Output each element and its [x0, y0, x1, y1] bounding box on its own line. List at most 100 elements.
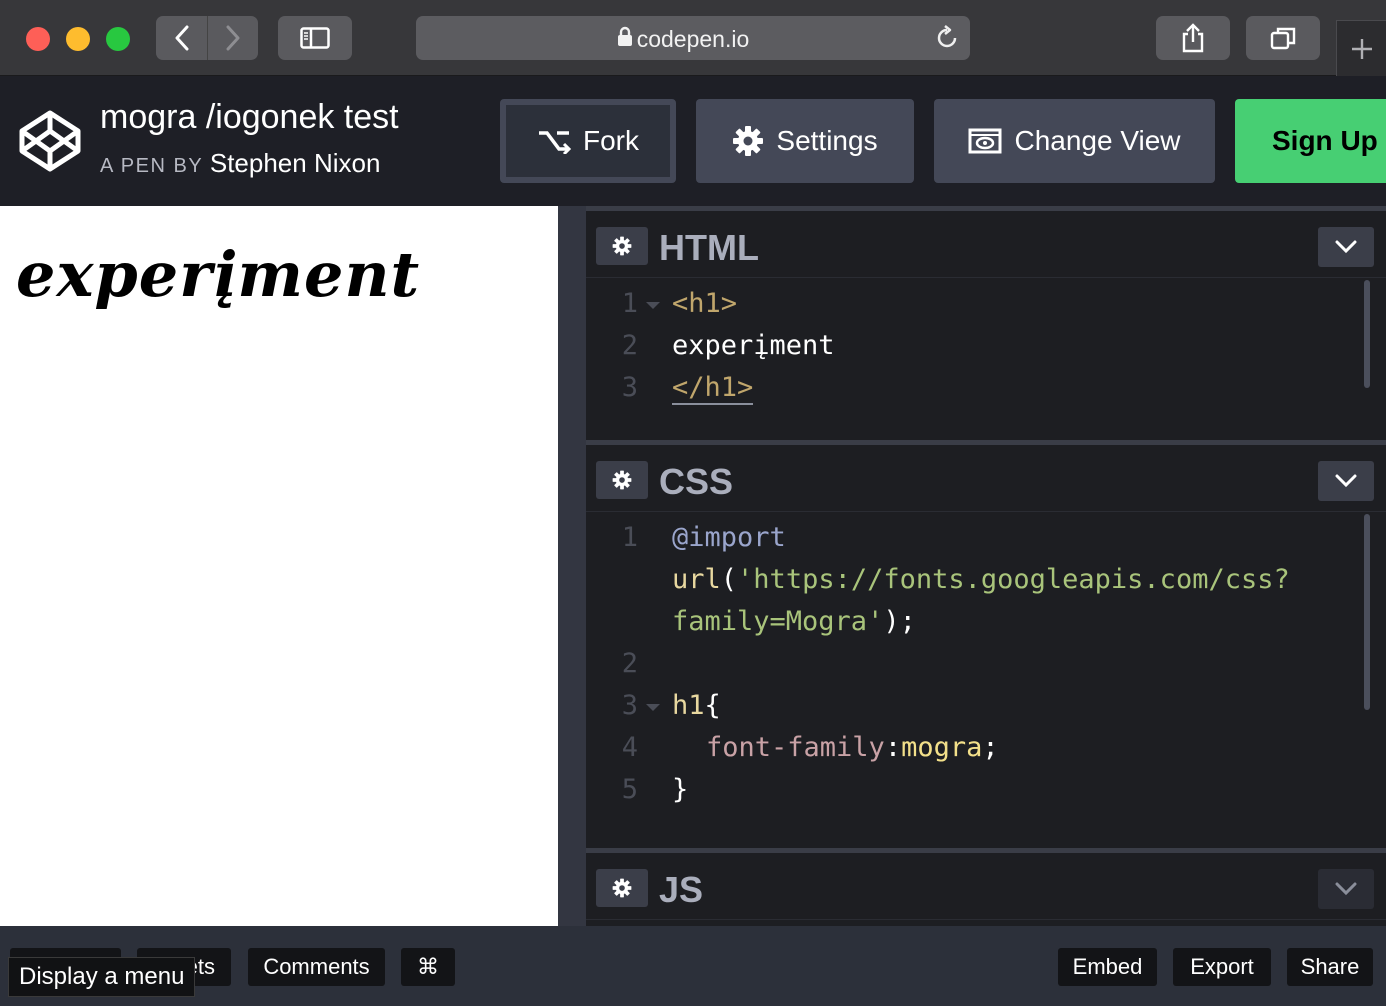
chevron-down-icon: [1335, 240, 1357, 254]
forward-button[interactable]: [207, 16, 258, 60]
pane-resizer[interactable]: [558, 206, 586, 926]
change-view-button[interactable]: Change View: [934, 99, 1215, 183]
code-text: @import: [672, 522, 786, 553]
settings-button[interactable]: Settings: [696, 99, 914, 183]
result-preview[interactable]: experįment: [0, 206, 558, 926]
css-editor-title: CSS: [659, 461, 734, 502]
line-number: 1: [621, 522, 638, 553]
footer-bar: Console Assets Comments ⌘ Embed Export S…: [0, 926, 1386, 1006]
gear-icon: [612, 470, 632, 490]
sign-up-label: Sign Up: [1272, 125, 1378, 156]
codepen-header: mogra /iogonek test A PEN BY Stephen Nix…: [0, 76, 1386, 206]
new-tab-button[interactable]: [1336, 20, 1386, 76]
plus-icon: [1351, 38, 1372, 59]
code-text: </h1>: [672, 372, 754, 405]
code-token: h1: [672, 690, 705, 721]
code-text: <h1>: [672, 288, 738, 319]
fork-label: Fork: [583, 125, 639, 156]
code-text: family=Mogra');: [672, 606, 916, 637]
reload-icon: [937, 25, 957, 48]
browser-share-button[interactable]: [1156, 16, 1230, 60]
chevron-down-icon: [1335, 474, 1357, 488]
code-line: url('https://fonts.googleapis.com/css?: [586, 564, 1386, 606]
code-text: font-family:mogra;: [706, 732, 999, 763]
code-line: 4 font-family:mogra;: [586, 732, 1386, 774]
pen-byline: A PEN BY Stephen Nixon: [100, 148, 380, 179]
address-bar[interactable]: codepen.io: [416, 16, 970, 60]
gear-icon: [612, 878, 632, 898]
line-number: 5: [621, 774, 638, 805]
line-number: 1: [621, 288, 638, 319]
code-token: family=Mogra': [672, 606, 884, 637]
line-number: 4: [621, 732, 638, 763]
html-editor-title: HTML: [659, 227, 759, 268]
code-text: url('https://fonts.googleapis.com/css?: [672, 564, 1290, 595]
url-text: codepen.io: [636, 26, 750, 52]
code-token: :: [884, 732, 902, 763]
js-settings-button[interactable]: [596, 869, 648, 907]
code-text: experįment: [672, 330, 835, 361]
share-button[interactable]: Share: [1287, 948, 1373, 986]
js-editor-header: JS: [586, 848, 1386, 920]
show-tabs-button[interactable]: [1246, 16, 1320, 60]
codepen-logo-icon[interactable]: [18, 109, 82, 173]
minimize-window-button[interactable]: [66, 27, 90, 51]
browser-toolbar: codepen.io: [0, 0, 1386, 76]
sidebar-icon: [300, 27, 330, 49]
js-collapse-button[interactable]: [1318, 869, 1374, 909]
chevron-down-icon: [1335, 882, 1357, 896]
gear-icon: [733, 126, 764, 156]
html-collapse-button[interactable]: [1318, 227, 1374, 267]
back-button[interactable]: [156, 16, 207, 60]
chevron-left-icon: [175, 25, 188, 51]
line-number: 3: [621, 690, 638, 721]
reload-button[interactable]: [934, 25, 960, 56]
code-token: url: [672, 564, 721, 595]
code-token: font-family: [706, 732, 885, 763]
pen-by-label: A PEN BY: [100, 155, 203, 177]
comments-button[interactable]: Comments: [248, 948, 385, 986]
tooltip: Display a menu: [8, 957, 196, 997]
lock-icon: [618, 26, 632, 46]
code-line: 2: [586, 648, 1386, 690]
code-token: 'https://fonts.googleapis.com/css?: [737, 564, 1290, 595]
code-line: 1 @import: [586, 522, 1386, 564]
tabs-overview-icon: [1270, 27, 1296, 50]
css-editor: CSS 1 @import url('https://fonts.googlea…: [586, 440, 1386, 852]
navigation-buttons: [156, 16, 258, 60]
code-token: mogra: [901, 732, 983, 763]
pen-title[interactable]: mogra /iogonek test: [100, 98, 399, 137]
css-editor-header: CSS: [586, 440, 1386, 512]
sidebar-toggle-button[interactable]: [278, 16, 352, 60]
fork-button[interactable]: Fork: [500, 99, 676, 183]
code-token: ;: [982, 732, 999, 763]
code-line: 1 <h1>: [586, 288, 1386, 330]
css-collapse-button[interactable]: [1318, 461, 1374, 501]
code-line: 3 </h1>: [586, 372, 1386, 414]
embed-button[interactable]: Embed: [1058, 948, 1157, 986]
pen-author-link[interactable]: Stephen Nixon: [210, 148, 381, 178]
line-number: 2: [621, 330, 638, 361]
css-scrollbar[interactable]: [1364, 514, 1370, 710]
code-line: family=Mogra');: [586, 606, 1386, 648]
sign-up-button[interactable]: Sign Up: [1235, 99, 1386, 183]
code-line: 3 h1{: [586, 690, 1386, 732]
html-scrollbar[interactable]: [1364, 280, 1370, 388]
layout-view-icon: [968, 128, 1002, 154]
code-line: 2 experįment: [586, 330, 1386, 372]
fold-arrow-icon[interactable]: [646, 302, 660, 309]
export-button[interactable]: Export: [1173, 948, 1271, 986]
fork-icon: [539, 131, 571, 154]
settings-label: Settings: [776, 125, 878, 156]
close-window-button[interactable]: [26, 27, 50, 51]
css-settings-button[interactable]: [596, 461, 648, 499]
html-settings-button[interactable]: [596, 227, 648, 265]
zoom-window-button[interactable]: [106, 27, 130, 51]
fold-arrow-icon[interactable]: [646, 704, 660, 711]
keyboard-shortcuts-button[interactable]: ⌘: [401, 948, 455, 986]
code-token: );: [883, 606, 916, 637]
html-editor-header: HTML: [586, 206, 1386, 278]
chevron-right-icon: [226, 25, 240, 51]
gear-icon: [612, 236, 632, 256]
code-text: }: [672, 774, 689, 805]
